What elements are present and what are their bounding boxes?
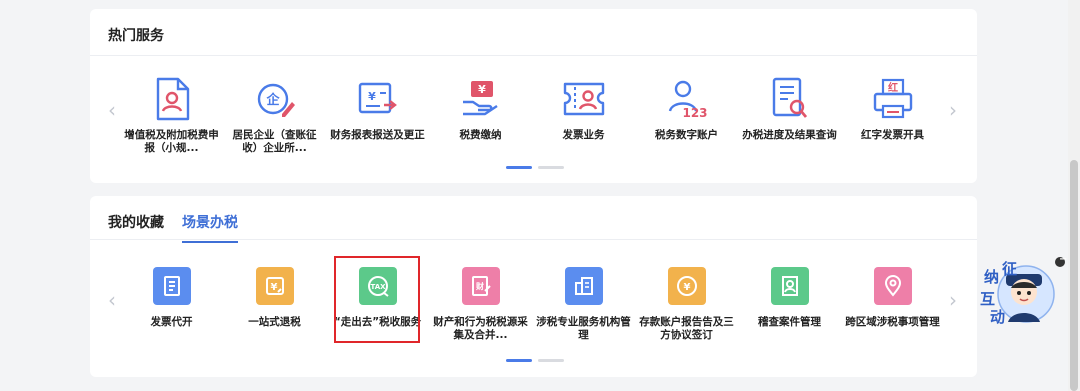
hot-pagination — [506, 166, 564, 169]
mascot-char: 动 — [990, 308, 1006, 326]
scenario-item-cross-region[interactable]: 跨区域涉税事项管理 — [841, 264, 944, 342]
mascot-close-button[interactable]: − — [1059, 254, 1067, 265]
svg-text:¥: ¥ — [368, 90, 376, 103]
scenario-page-dot-active[interactable] — [506, 359, 532, 362]
scenario-prev-arrow[interactable]: ‹ — [108, 290, 116, 310]
tax-refund-icon: ¥ — [253, 264, 297, 308]
enterprise-edit-icon: 企 — [253, 77, 297, 121]
svg-text:¥: ¥ — [683, 282, 690, 293]
tax-payment-icon: ¥ — [459, 77, 503, 121]
scenario-item-tax-refund[interactable]: ¥ 一站式退税 — [223, 264, 326, 342]
highlight-box — [334, 256, 420, 343]
building-icon — [562, 264, 606, 308]
scenario-item-label: 一站式退税 — [248, 316, 301, 328]
hot-item-label: 增值税及附加税费申报（小规... — [124, 129, 219, 154]
hot-item-label: 税务数字账户 — [655, 129, 718, 141]
scenario-item-label: 发票代开 — [150, 316, 193, 328]
invoice-issue-icon — [150, 264, 194, 308]
hot-item-financial-report[interactable]: ¥ 财务报表报送及更正 — [326, 77, 429, 155]
scenario-card: 我的收藏 场景办税 ‹ › 发票代开 ¥ 一站式退税 TAX “走出去”税收服务… — [90, 196, 977, 377]
scenario-page-dot[interactable] — [538, 359, 564, 362]
hot-page-dot-active[interactable] — [506, 166, 532, 169]
tax-form-person-icon — [150, 77, 194, 121]
mascot-char: 征 — [1002, 260, 1018, 278]
report-submit-icon: ¥ — [356, 77, 400, 121]
scrollbar-thumb[interactable] — [1070, 160, 1078, 391]
hot-item-progress-query[interactable]: 办税进度及结果查询 — [738, 77, 841, 155]
scenario-item-invoice-issue[interactable]: 发票代开 — [120, 264, 223, 342]
hot-item-label: 税费缴纳 — [459, 129, 502, 141]
scenario-item-case-management[interactable]: 稽查案件管理 — [738, 264, 841, 342]
hot-item-vat-declaration[interactable]: 增值税及附加税费申报（小规... — [120, 77, 223, 155]
hot-item-enterprise-income-tax[interactable]: 企 居民企业（查账征收）企业所... — [223, 77, 326, 155]
hot-services-row: 增值税及附加税费申报（小规... 企 居民企业（查账征收）企业所... ¥ 财务… — [120, 77, 946, 155]
scenario-row: 发票代开 ¥ 一站式退税 TAX “走出去”税收服务 财 财产和行为税税源采集及… — [120, 264, 946, 342]
hot-prev-arrow[interactable]: ‹ — [108, 100, 116, 120]
scenario-item-label: 跨区域涉税事项管理 — [845, 316, 940, 328]
hot-services-card: 热门服务 ‹ › 增值税及附加税费申报（小规... 企 居民企业（查账征收）企业… — [90, 9, 977, 183]
scenario-next-arrow[interactable]: › — [949, 290, 957, 310]
hot-item-label: 发票业务 — [562, 129, 605, 141]
hot-item-red-invoice[interactable]: 红 红字发票开具 — [841, 77, 944, 155]
svg-text:123: 123 — [682, 106, 707, 120]
svg-text:红: 红 — [888, 81, 898, 94]
scenario-item-service-agency[interactable]: 涉税专业服务机构管理 — [532, 264, 635, 342]
scenario-item-bank-agreement[interactable]: ¥ 存款账户报告告及三方协议签订 — [635, 264, 738, 342]
hot-item-digital-account[interactable]: 123 税务数字账户 — [635, 77, 738, 155]
interaction-mascot-widget[interactable]: − 征 纳 互 动 — [976, 252, 1067, 332]
case-management-icon — [768, 264, 812, 308]
scenario-divider — [90, 239, 977, 240]
digital-account-icon: 123 — [665, 77, 709, 121]
svg-text:¥: ¥ — [478, 83, 486, 96]
hot-services-title: 热门服务 — [108, 28, 164, 44]
scenario-item-label: 稽查案件管理 — [758, 316, 821, 328]
red-invoice-printer-icon: 红 — [871, 77, 915, 121]
scenario-item-label: 财产和行为税税源采集及合并... — [433, 316, 528, 341]
scenario-item-label: 存款账户报告告及三方协议签订 — [639, 316, 734, 341]
page-scrollbar[interactable] — [1068, 0, 1080, 391]
progress-search-icon — [768, 77, 812, 121]
svg-text:企: 企 — [265, 92, 280, 108]
scenario-item-property-tax[interactable]: 财 财产和行为税税源采集及合并... — [429, 264, 532, 342]
property-tax-icon: 财 — [459, 264, 503, 308]
svg-text:¥: ¥ — [270, 282, 277, 293]
hot-item-invoice-business[interactable]: 发票业务 — [532, 77, 635, 155]
hot-item-label: 办税进度及结果查询 — [742, 129, 837, 141]
hot-item-tax-payment[interactable]: ¥ 税费缴纳 — [429, 77, 532, 155]
hot-item-label: 财务报表报送及更正 — [330, 129, 425, 141]
svg-text:财: 财 — [475, 281, 484, 291]
hot-item-label: 居民企业（查账征收）企业所... — [232, 129, 317, 154]
mascot-char: 纳 — [984, 268, 1000, 286]
invoice-person-icon — [562, 77, 606, 121]
cross-region-icon — [871, 264, 915, 308]
hot-item-label: 红字发票开具 — [861, 129, 924, 141]
hot-services-divider — [90, 55, 977, 56]
scenario-item-label: 涉税专业服务机构管理 — [536, 316, 631, 341]
hot-next-arrow[interactable]: › — [949, 100, 957, 120]
bank-agreement-icon: ¥ — [665, 264, 709, 308]
hot-page-dot[interactable] — [538, 166, 564, 169]
scenario-pagination — [506, 359, 564, 362]
